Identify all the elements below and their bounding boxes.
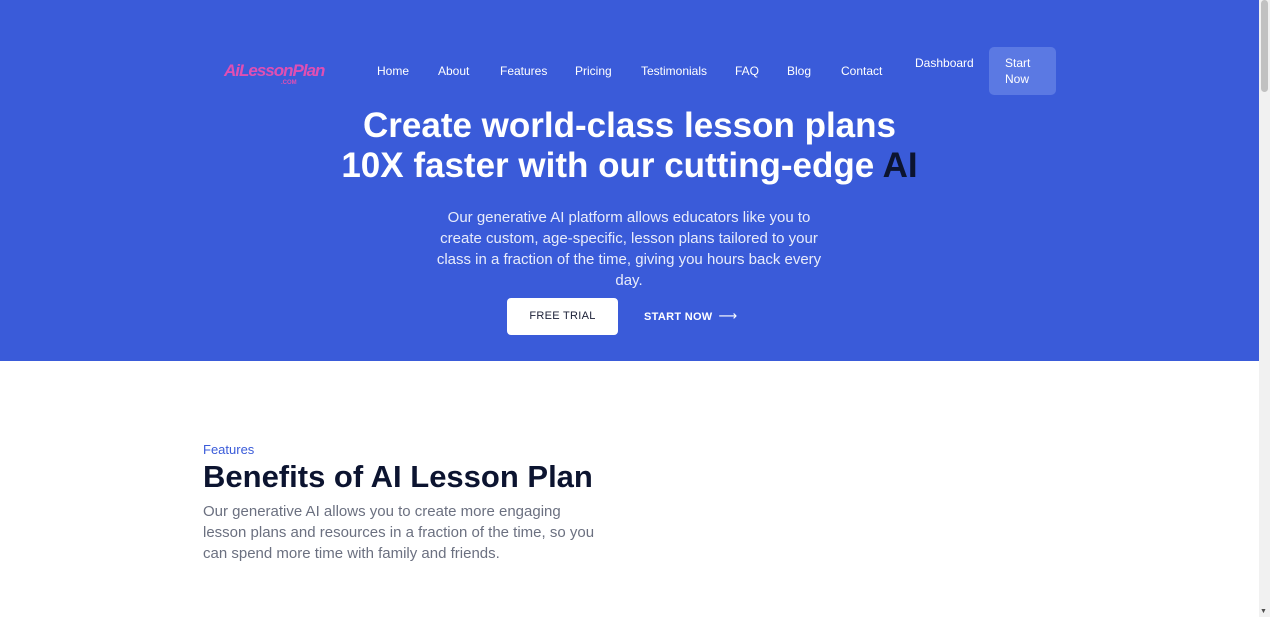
hero-headline: Create world-class lesson plans 10X fast… [0,106,1259,186]
scrollbar-thumb[interactable] [1261,0,1268,92]
hero-headline-line1: Create world-class lesson plans [363,106,896,145]
vertical-scrollbar[interactable]: ▼ [1259,0,1270,617]
nav-testimonials[interactable]: Testimonials [641,64,707,78]
start-now-button-line2: Now [1005,72,1030,86]
scroll-down-arrow-icon[interactable]: ▼ [1260,608,1267,616]
free-trial-button[interactable]: FREE TRIAL [507,298,618,335]
nav-contact[interactable]: Contact [841,64,882,78]
site-logo[interactable]: AiLessonPlan .COM [224,60,325,90]
start-now-link-label: START NOW [644,311,713,323]
start-now-link[interactable]: START NOW ⟶ [644,309,737,324]
hero-headline-line2: 10X faster with our cutting-edge [341,146,875,185]
logo-subtext: .COM [281,80,297,86]
nav-pricing[interactable]: Pricing [575,64,612,78]
hero-section: AiLessonPlan .COM Home About Features Pr… [0,0,1259,361]
nav-about[interactable]: About [438,64,469,78]
nav-blog[interactable]: Blog [787,64,811,78]
nav-dashboard[interactable]: Dashboard [915,56,974,70]
nav-features[interactable]: Features [500,64,547,78]
hero-headline-accent: AI [882,146,918,185]
start-now-button-line1: Start [1005,56,1031,70]
nav-home[interactable]: Home [377,64,409,78]
hero-lead-text: Our generative AI platform allows educat… [436,209,822,289]
features-description: Our generative AI allows you to create m… [203,503,595,562]
features-eyebrow: Features [203,442,255,457]
logo-text: AiLessonPlan [224,61,325,80]
features-title: Benefits of AI Lesson Plan [203,459,593,494]
nav-faq[interactable]: FAQ [735,64,759,78]
start-now-button[interactable]: Start Now [989,47,1056,95]
arrow-right-icon: ⟶ [718,308,738,323]
